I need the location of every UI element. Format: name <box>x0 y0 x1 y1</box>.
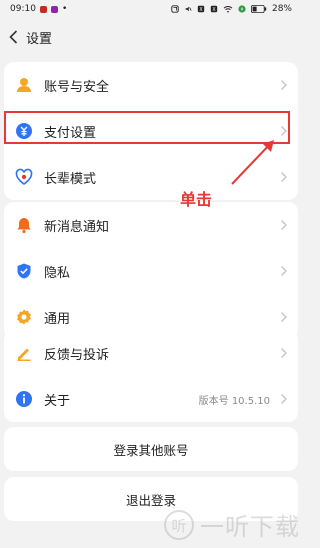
settings-item-label: 关于 <box>44 393 71 409</box>
chevron-right-icon <box>281 348 287 358</box>
signal-off-icon: X <box>210 5 218 13</box>
settings-screen: 09:10 • X X 28% 设置 账号与安全 支付设置 长辈模式 新消息通知… <box>0 0 302 548</box>
chevron-right-icon <box>281 172 287 182</box>
version-number: 版本号 10.5.10 <box>198 395 270 407</box>
battery-icon <box>250 5 267 13</box>
battery-percent: 28% <box>271 4 292 14</box>
app-notification-icon <box>39 5 47 13</box>
settings-item-new-message-notify[interactable]: 新消息通知 <box>4 202 298 248</box>
annotation-arrow-icon <box>231 140 274 185</box>
chevron-right-icon <box>281 394 287 404</box>
annotation-label: 单击 <box>180 190 213 209</box>
signal-off-icon: X <box>197 5 205 13</box>
chevron-right-icon <box>281 312 287 322</box>
settings-item-label: 通用 <box>44 311 71 327</box>
status-time: 09:10 <box>10 4 36 14</box>
bell-icon <box>14 215 34 235</box>
login-other-account-button[interactable]: 登录其他账号 <box>4 427 298 471</box>
settings-item-feedback[interactable]: 反馈与投诉 <box>4 330 298 376</box>
svg-text:听: 听 <box>171 517 186 535</box>
settings-item-label: 新消息通知 <box>44 219 110 235</box>
back-button[interactable] <box>2 22 24 52</box>
more-dots-icon: • <box>61 4 68 14</box>
chevron-right-icon <box>281 80 287 90</box>
chevron-right-icon <box>281 220 287 230</box>
status-bar: 09:10 • X X 28% <box>0 0 302 18</box>
app-notification-icon <box>50 5 58 13</box>
title-bar: 设置 <box>0 22 302 52</box>
settings-item-label: 反馈与投诉 <box>44 347 110 363</box>
info-settings-group: 反馈与投诉 关于 版本号 10.5.10 <box>4 330 298 422</box>
watermark-text: 一听下载 <box>200 513 300 541</box>
settings-item-label: 长辈模式 <box>44 171 97 187</box>
settings-item-about[interactable]: 关于 版本号 10.5.10 <box>4 376 298 422</box>
page-title: 设置 <box>26 31 53 47</box>
gear-icon <box>14 307 34 327</box>
settings-item-account-security[interactable]: 账号与安全 <box>4 62 298 108</box>
watermark-logo-icon: 听 <box>164 509 194 540</box>
info-icon <box>14 389 34 409</box>
watermark: 听 一听下载 <box>164 507 300 542</box>
settings-item-label: 账号与安全 <box>44 79 110 95</box>
wifi-icon <box>223 6 233 13</box>
mute-icon <box>185 6 192 12</box>
heart-icon <box>14 167 34 187</box>
back-arrow-icon <box>8 30 17 44</box>
shield-icon <box>14 261 34 281</box>
chevron-right-icon <box>281 266 287 276</box>
settings-item-privacy[interactable]: 隐私 <box>4 248 298 294</box>
general-settings-group: 新消息通知 隐私 通用 <box>4 202 298 340</box>
charging-icon <box>238 5 246 13</box>
settings-item-label: 隐私 <box>44 265 71 281</box>
user-icon <box>14 75 34 95</box>
nfc-icon <box>171 5 179 13</box>
edit-icon <box>14 343 34 363</box>
